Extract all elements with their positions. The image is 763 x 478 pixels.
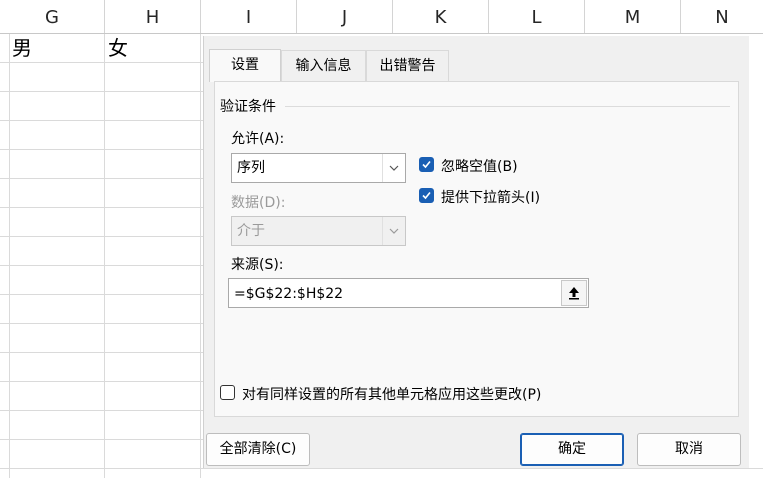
grid-line <box>0 178 203 179</box>
column-header-n[interactable]: N <box>681 0 763 33</box>
column-header-i[interactable]: I <box>201 0 297 33</box>
grid-line <box>0 62 203 63</box>
grid-line <box>0 91 203 92</box>
grid-line <box>0 265 203 266</box>
grid-line <box>0 207 203 208</box>
grid-line <box>200 34 201 478</box>
cell-h22[interactable]: 女 <box>108 34 128 62</box>
grid-line <box>0 294 203 295</box>
data-select-value: 介于 <box>237 223 265 239</box>
source-label: 来源(S): <box>231 257 284 273</box>
grid-line <box>0 352 203 353</box>
data-validation-dialog: 设置 输入信息 出错警告 验证条件 允许(A): 序列 忽略空值(B) 提供下拉… <box>203 36 749 468</box>
allow-label: 允许(A): <box>231 131 285 147</box>
clear-all-button[interactable]: 全部清除(C) <box>206 433 310 466</box>
in-cell-dropdown-checkbox[interactable] <box>419 188 434 203</box>
column-header-k[interactable]: K <box>393 0 489 33</box>
column-header-g[interactable]: G <box>0 0 105 33</box>
grid-line <box>0 381 203 382</box>
validation-criteria-title: 验证条件 <box>220 96 282 116</box>
grid-line <box>0 120 203 121</box>
grid-line <box>104 34 105 478</box>
ignore-blank-checkbox[interactable] <box>419 157 434 172</box>
source-field[interactable] <box>228 278 589 308</box>
ignore-blank-label[interactable]: 忽略空值(B) <box>441 156 518 176</box>
column-header-row: G H I J K L M N <box>0 0 763 34</box>
chevron-down-icon <box>382 217 405 245</box>
column-header-m[interactable]: M <box>585 0 681 33</box>
tab-input-message[interactable]: 输入信息 <box>281 50 366 81</box>
allow-select[interactable]: 序列 <box>231 153 406 183</box>
column-header-j[interactable]: J <box>297 0 393 33</box>
grid-line <box>0 439 203 440</box>
checkmark-icon <box>422 191 431 200</box>
grid-line <box>0 468 763 469</box>
column-header-h[interactable]: H <box>105 0 201 33</box>
grid-line <box>0 323 203 324</box>
cell-g22[interactable]: 男 <box>12 34 32 62</box>
chevron-down-icon[interactable] <box>382 154 405 182</box>
collapse-dialog-button[interactable] <box>561 280 587 306</box>
ok-button[interactable]: 确定 <box>520 433 624 466</box>
tab-error-alert[interactable]: 出错警告 <box>366 50 449 81</box>
in-cell-dropdown-label[interactable]: 提供下拉箭头(I) <box>441 187 540 207</box>
group-divider <box>285 106 730 107</box>
cancel-button[interactable]: 取消 <box>637 433 741 466</box>
settings-panel: 验证条件 允许(A): 序列 忽略空值(B) 提供下拉箭头(I) 数据(D): … <box>214 81 739 417</box>
grid-line <box>0 149 203 150</box>
data-select: 介于 <box>231 216 406 246</box>
grid-line <box>0 236 203 237</box>
apply-to-all-checkbox[interactable] <box>220 385 235 400</box>
grid-line <box>0 410 203 411</box>
source-input[interactable] <box>232 280 561 308</box>
tab-settings[interactable]: 设置 <box>209 49 281 82</box>
grid-line <box>9 34 10 478</box>
allow-select-value: 序列 <box>237 160 265 176</box>
data-label: 数据(D): <box>231 195 286 211</box>
collapse-dialog-icon <box>569 287 579 300</box>
column-header-l[interactable]: L <box>489 0 585 33</box>
checkmark-icon <box>422 160 431 169</box>
apply-to-all-label[interactable]: 对有同样设置的所有其他单元格应用这些更改(P) <box>242 384 541 404</box>
